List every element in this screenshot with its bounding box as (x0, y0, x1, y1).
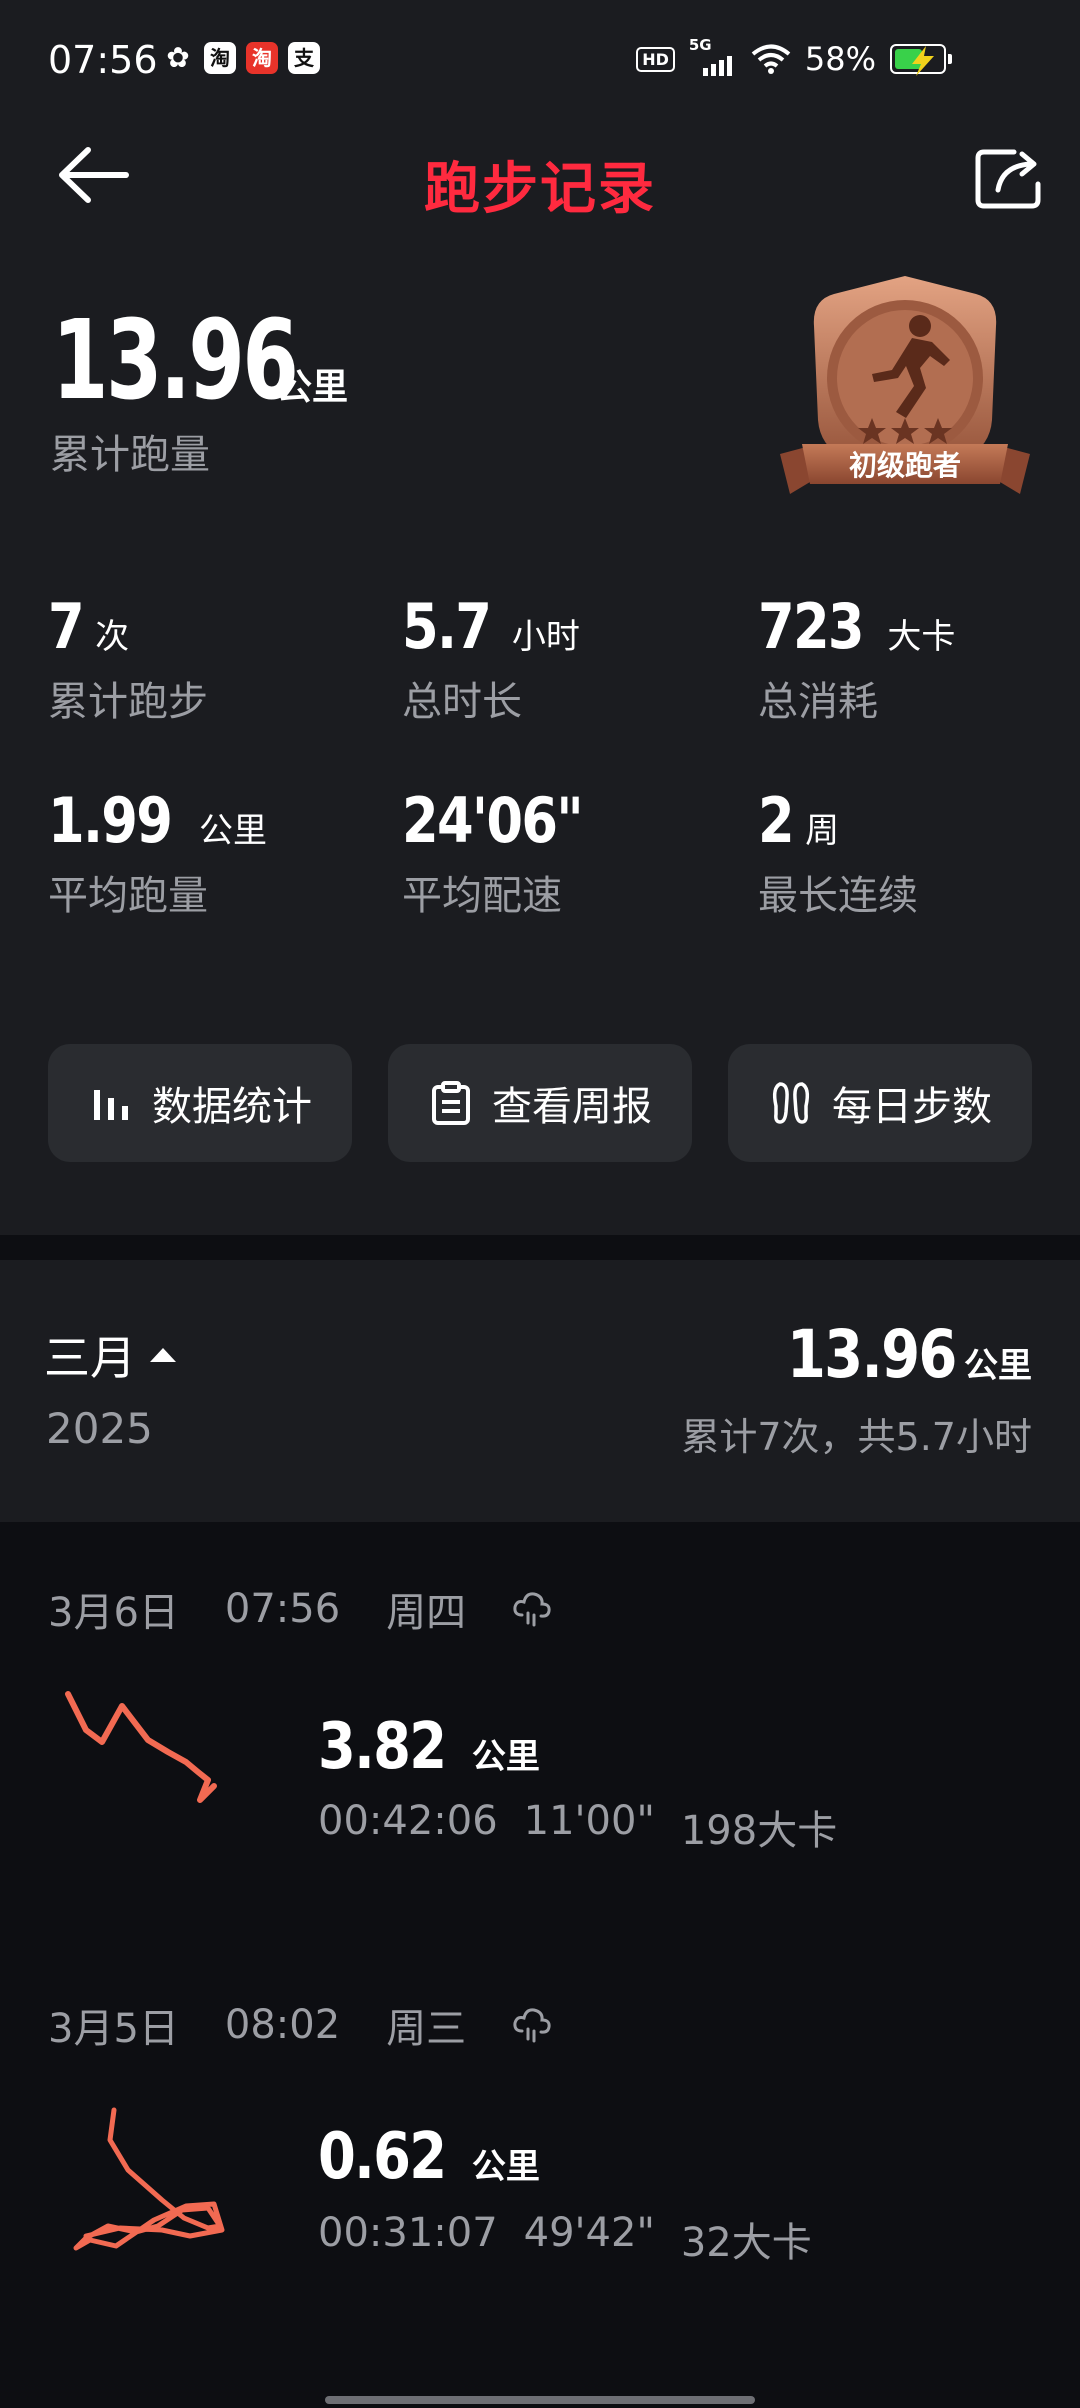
taobao-icon: 淘 (204, 42, 236, 74)
alipay-icon: 支 (288, 42, 320, 74)
stat-label: 平均跑量 (48, 873, 208, 919)
total-distance-label: 累计跑量 (50, 432, 210, 478)
button-label: 数据统计 (152, 1084, 312, 1130)
wechat-icon: ✿ (166, 41, 190, 74)
record-pace: 49'42" (523, 2210, 655, 2256)
status-time: 07:56 (48, 38, 158, 82)
record-meta: 3月5日 08:02 周三 (48, 1996, 552, 2054)
record-distance-unit: 公里 (471, 1737, 540, 1777)
stat-label: 总消耗 (758, 679, 878, 725)
stat-value: 723 (758, 590, 865, 663)
record-details: 00:42:06 11'00" 198大卡 (318, 1798, 837, 1856)
stat-value: 5.7 (402, 590, 492, 663)
page-title: 跑步记录 (424, 157, 656, 222)
data-statistics-button[interactable]: 数据统计 (48, 1044, 352, 1162)
stat-unit: 小时 (511, 617, 580, 657)
stat-value: 2 (758, 784, 795, 857)
run-record[interactable]: 3月5日 08:02 周三 0.62 公里 00:31:07 49'42" 32大… (0, 1996, 1080, 2396)
stat-label: 总时长 (402, 679, 522, 725)
wifi-icon (751, 44, 791, 74)
stat-longest-streak: 2周 最长连续 (758, 784, 918, 921)
summary-panel: 13.96 公里 累计跑量 初级跑者 7 次 累计跑步 5.7 小时 总时长 7… (0, 230, 1080, 1235)
record-meta: 3月6日 07:56 周四 (48, 1580, 552, 1638)
record-distance-value: 0.62 (318, 2120, 447, 2194)
network-type: 5G (688, 36, 712, 54)
stat-unit: 大卡 (887, 617, 956, 657)
runner-badge-icon[interactable]: 初级跑者 (780, 270, 1030, 506)
status-bar: 07:56 ✿ 淘 淘 支 HD 5G 58% (0, 0, 1080, 120)
run-record[interactable]: 3月6日 07:56 周四 3.82 公里 00:42:06 11'00" 198… (0, 1580, 1080, 1980)
record-time: 07:56 (224, 1586, 341, 1632)
record-duration: 00:31:07 (318, 2210, 498, 2256)
stat-value: 7 (48, 590, 85, 663)
taobao-lite-icon: 淘 (246, 42, 278, 74)
record-calories: 32大卡 (680, 2220, 812, 2266)
stat-unit: 周 (805, 811, 840, 851)
record-calories: 198大卡 (680, 1808, 838, 1854)
total-distance: 13.96 (52, 296, 299, 424)
stat-label: 平均配速 (402, 873, 562, 919)
stat-label: 最长连续 (758, 873, 918, 919)
month-total-distance: 13.96 (787, 1316, 958, 1393)
system-indicators: HD 5G 58% (636, 36, 952, 78)
stat-value: 1.99 (48, 784, 173, 857)
record-distance: 3.82 公里 (318, 1710, 540, 1784)
record-duration: 00:42:06 (318, 1798, 498, 1844)
month-total-unit: 公里 (964, 1346, 1032, 1386)
record-distance-unit: 公里 (471, 2147, 540, 2187)
stat-average-distance: 1.99 公里 平均跑量 (48, 784, 267, 921)
record-date: 3月5日 (48, 2006, 179, 2052)
clipboard-icon (432, 1081, 470, 1125)
stat-unit: 次 (95, 617, 130, 657)
cellular-signal-icon: 5G (689, 36, 737, 76)
charging-bolt-icon (912, 46, 934, 76)
weekly-report-button[interactable]: 查看周报 (388, 1044, 692, 1162)
route-map-icon (73, 2107, 225, 2251)
record-pace: 11'00" (523, 1798, 655, 1844)
cloud-icon (513, 2008, 551, 2043)
month-summary-subtitle: 累计7次，共5.7小时 (681, 1415, 1032, 1459)
month-total: 13.96 公里 (757, 1316, 1032, 1393)
stat-value: 24'06" (402, 784, 584, 857)
cloud-icon (513, 1592, 551, 1627)
total-distance-unit: 公里 (276, 367, 349, 408)
hd-icon: HD (636, 46, 675, 72)
record-date: 3月6日 (48, 1590, 179, 1636)
button-label: 查看周报 (492, 1084, 652, 1130)
footprints-icon (772, 1082, 810, 1124)
button-label: 每日步数 (832, 1084, 992, 1130)
app-header: 跑步记录 (0, 120, 1080, 230)
month-selector[interactable]: 三月 (44, 1322, 136, 1388)
badge-label: 初级跑者 (849, 449, 961, 482)
record-details: 00:31:07 49'42" 32大卡 (318, 2210, 812, 2268)
notification-icons: ✿ 淘 淘 支 (162, 42, 320, 74)
stat-label: 累计跑步 (48, 679, 208, 725)
screen: 07:56 ✿ 淘 淘 支 HD 5G 58% 跑步记录 13.96 公里 累计… (0, 0, 1080, 2408)
stat-run-count: 7次 累计跑步 (48, 590, 208, 727)
record-weekday: 周三 (386, 2006, 467, 2052)
daily-steps-button[interactable]: 每日步数 (728, 1044, 1032, 1162)
month-summary: 三月 2025 13.96 公里 累计7次，共5.7小时 (0, 1260, 1080, 1522)
caret-up-icon[interactable] (150, 1348, 176, 1362)
home-indicator[interactable] (325, 2396, 755, 2404)
share-icon[interactable] (974, 144, 1046, 210)
record-distance: 0.62 公里 (318, 2120, 540, 2194)
bar-chart-icon (94, 1090, 128, 1120)
stat-average-pace: 24'06" 平均配速 (402, 784, 620, 921)
record-time: 08:02 (224, 2002, 341, 2048)
year-label: 2025 (46, 1404, 153, 1453)
stat-total-time: 5.7 小时 总时长 (402, 590, 580, 727)
stat-total-calories: 723 大卡 总消耗 (758, 590, 955, 727)
route-map-icon (65, 1691, 217, 1803)
stat-unit: 公里 (198, 811, 267, 851)
record-weekday: 周四 (386, 1590, 467, 1636)
battery-percent: 58% (804, 40, 876, 78)
record-distance-value: 3.82 (318, 1710, 447, 1784)
